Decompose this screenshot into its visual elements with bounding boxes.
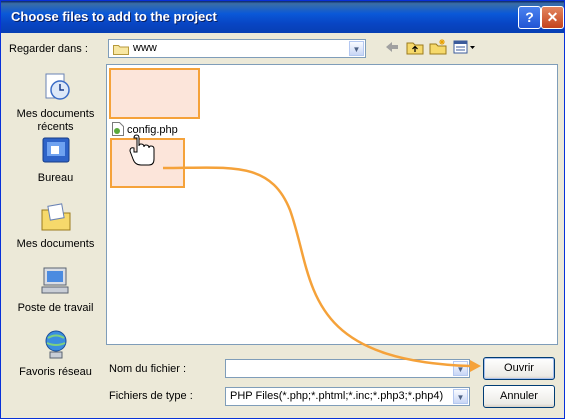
chevron-down-icon[interactable]: ▼ xyxy=(453,389,468,404)
lookin-label: Regarder dans : xyxy=(9,43,88,55)
my-computer-icon xyxy=(41,267,68,294)
chevron-down-icon[interactable]: ▼ xyxy=(349,41,364,56)
place-my-computer[interactable]: Poste de travail xyxy=(10,264,101,315)
places-bar: Mes documents récents Bureau Mes documen… xyxy=(10,64,101,386)
place-recent-documents[interactable]: Mes documents récents xyxy=(10,70,101,134)
file-list[interactable]: config.php xyxy=(106,64,558,345)
recent-documents-icon xyxy=(45,73,70,100)
my-documents-icon xyxy=(41,203,70,231)
cancel-button[interactable]: Annuler xyxy=(483,385,555,408)
chevron-down-icon[interactable]: ▼ xyxy=(453,361,468,376)
folder-icon xyxy=(113,45,129,55)
place-label: Mes documents xyxy=(16,238,95,250)
lookin-value: www xyxy=(133,42,157,54)
file-item[interactable]: config.php xyxy=(112,122,178,136)
close-button[interactable]: ✕ xyxy=(541,6,564,29)
title-bar[interactable]: Choose files to add to the project ? ✕ xyxy=(1,1,564,33)
network-places-icon xyxy=(45,330,66,359)
open-button[interactable]: Ouvrir xyxy=(483,357,555,380)
place-my-documents[interactable]: Mes documents xyxy=(10,200,101,251)
filetype-select[interactable]: PHP Files(*.php;*.phtml;*.inc;*.php3;*.p… xyxy=(225,387,470,406)
views-menu-icon[interactable] xyxy=(453,39,477,55)
drag-source-highlight xyxy=(109,68,200,119)
dialog-title: Choose files to add to the project xyxy=(11,9,217,24)
filename-label: Nom du fichier : xyxy=(109,363,187,375)
place-label: Favoris réseau xyxy=(19,366,92,378)
place-desktop[interactable]: Bureau xyxy=(10,134,101,185)
drop-target-highlight xyxy=(110,138,185,188)
filetype-value: PHP Files(*.php;*.phtml;*.inc;*.php3;*.p… xyxy=(230,390,444,402)
php-file-icon xyxy=(112,122,124,136)
up-folder-icon[interactable] xyxy=(406,39,424,55)
place-label: Poste de travail xyxy=(17,302,94,314)
place-network[interactable]: Favoris réseau xyxy=(10,328,101,379)
help-button[interactable]: ? xyxy=(518,6,541,29)
lookin-combo[interactable]: www ▼ xyxy=(108,39,366,58)
place-label: Mes documents récents xyxy=(16,108,95,133)
place-label: Bureau xyxy=(37,172,74,184)
filetype-label: Fichiers de type : xyxy=(109,390,193,402)
new-folder-icon[interactable] xyxy=(429,39,447,55)
back-arrow-icon[interactable] xyxy=(384,39,400,55)
filename-input[interactable]: ▼ xyxy=(225,359,470,378)
file-name: config.php xyxy=(127,124,178,136)
file-dialog-window: Choose files to add to the project ? ✕ R… xyxy=(0,0,565,419)
desktop-icon xyxy=(42,137,69,163)
